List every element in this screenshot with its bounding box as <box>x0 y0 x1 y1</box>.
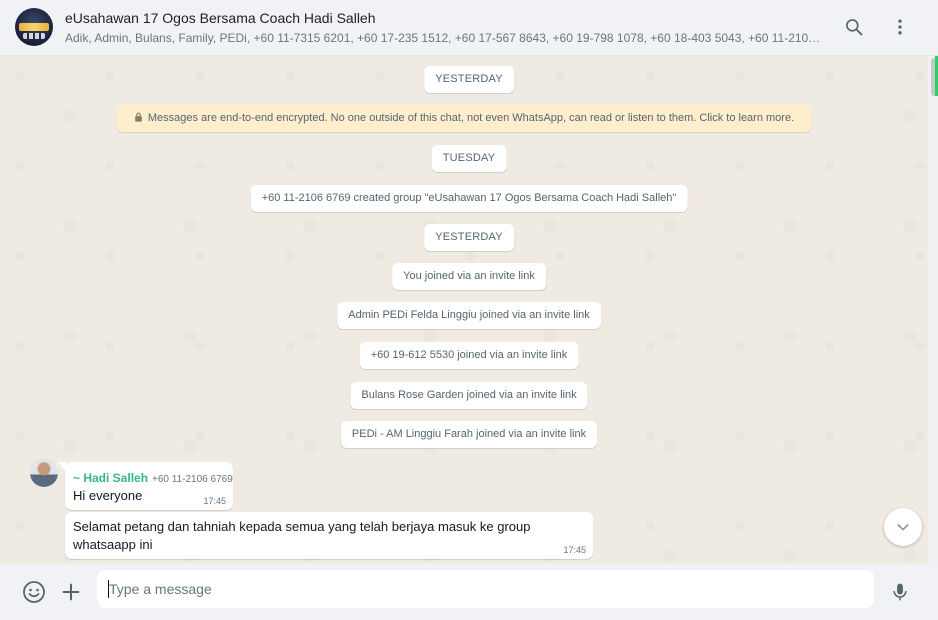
voice-button[interactable] <box>885 577 915 607</box>
message-input[interactable] <box>97 570 874 608</box>
encryption-notice[interactable]: Messages are end-to-end encrypted. No on… <box>117 104 811 132</box>
chat-members[interactable]: Adik, Admin, Bulans, Family, PEDi, +60 1… <box>65 31 825 45</box>
search-button[interactable] <box>841 14 867 40</box>
sender-name[interactable]: ~ Hadi Salleh <box>73 471 148 485</box>
scrollbar[interactable] <box>928 56 938 564</box>
message-text: Selamat petang dan tahniah kepada semua … <box>73 519 531 552</box>
encryption-text: Messages are end-to-end encrypted. No on… <box>147 112 795 124</box>
text-caret <box>108 580 109 598</box>
system-message: You joined via an invite link <box>392 263 546 290</box>
group-avatar[interactable] <box>15 8 53 46</box>
message-time: 17:45 <box>563 545 586 555</box>
message-bubble[interactable]: Selamat petang dan tahniah kepada semua … <box>65 512 593 559</box>
plus-icon <box>62 583 80 601</box>
emoji-button[interactable] <box>19 577 49 607</box>
system-message: Bulans Rose Garden joined via an invite … <box>350 382 588 409</box>
system-message: +60 11-2106 6769 created group "eUsahawa… <box>250 185 688 212</box>
message-time: 17:45 <box>203 496 226 506</box>
chevron-down-icon <box>897 524 909 531</box>
attach-button[interactable] <box>56 577 86 607</box>
composer <box>0 564 938 620</box>
message-bubble[interactable]: ~ Hadi Salleh +60 11-2106 6769 Hi everyon… <box>58 462 233 510</box>
search-icon <box>846 19 863 36</box>
system-message: PEDi - AM Linggiu Farah joined via an in… <box>340 421 598 448</box>
date-divider: YESTERDAY <box>424 224 514 251</box>
date-divider: YESTERDAY <box>424 66 514 93</box>
more-vertical-icon <box>898 19 902 35</box>
lock-icon <box>134 112 143 124</box>
system-message: +60 19-612 5530 joined via an invite lin… <box>359 342 579 369</box>
menu-button[interactable] <box>887 14 913 40</box>
scroll-down-button[interactable] <box>884 508 922 546</box>
emoji-icon <box>23 581 45 603</box>
sender-avatar[interactable] <box>30 459 58 487</box>
chat-header: eUsahawan 17 Ogos Bersama Coach Hadi Sal… <box>0 0 938 56</box>
microphone-icon <box>893 583 907 601</box>
date-divider: TUESDAY <box>431 145 507 172</box>
system-message: Admin PEDi Felda Linggiu joined via an i… <box>337 302 601 329</box>
message-text: Hi everyone <box>73 488 143 503</box>
sender-phone: +60 11-2106 6769 <box>152 474 233 485</box>
chat-title[interactable]: eUsahawan 17 Ogos Bersama Coach Hadi Sal… <box>65 10 376 26</box>
